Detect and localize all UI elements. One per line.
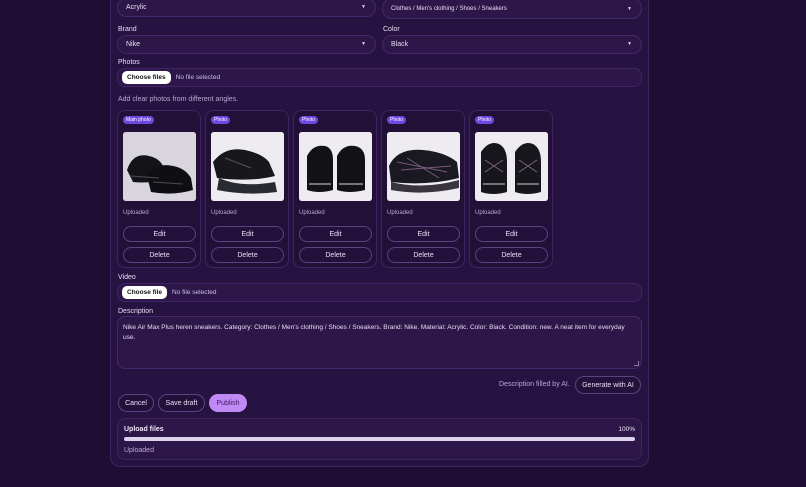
photo-card: Photo Uploaded Edit Delete	[205, 110, 289, 268]
photo-status: Uploaded	[475, 210, 501, 216]
video-file-status: No file selected	[172, 289, 217, 296]
edit-photo-button[interactable]: Edit	[475, 226, 548, 242]
photo-status: Uploaded	[387, 210, 413, 216]
photo-badge: Photo	[387, 116, 407, 124]
category-value: Clothes / Men's clothing / Shoes / Sneak…	[391, 5, 507, 12]
delete-photo-button[interactable]: Delete	[475, 247, 548, 263]
photo-status: Uploaded	[211, 210, 237, 216]
edit-photo-button[interactable]: Edit	[123, 226, 196, 242]
choose-files-button[interactable]: Choose files	[122, 71, 171, 84]
delete-photo-button[interactable]: Delete	[387, 247, 460, 263]
photos-file-status: No file selected	[175, 74, 221, 81]
resize-handle-icon[interactable]	[634, 361, 639, 366]
photo-card: Photo Uploaded Edit Delete	[293, 110, 377, 268]
chevron-down-icon: ▼	[361, 4, 366, 10]
photo-thumbnail[interactable]	[299, 132, 372, 201]
photo-thumbnail[interactable]	[123, 132, 196, 201]
chevron-down-icon: ▼	[627, 6, 632, 12]
photo-card: Photo Uploaded Edit Delete	[381, 110, 465, 268]
photo-badge: Photo	[299, 116, 319, 124]
material-select[interactable]: Acrylic ▼	[117, 0, 376, 17]
upload-title: Upload files	[124, 426, 164, 433]
delete-photo-button[interactable]: Delete	[211, 247, 284, 263]
description-textarea[interactable]: Nike Air Max Plus heren sneakers. Catego…	[117, 316, 642, 369]
photos-hint: Add clear photos from different angles.	[118, 96, 239, 103]
publish-button[interactable]: Publish	[209, 394, 247, 412]
video-file-input[interactable]: Choose file No file selected	[117, 283, 642, 302]
description-text: Nike Air Max Plus heren sneakers. Catego…	[123, 324, 625, 341]
brand-label: Brand	[118, 26, 137, 33]
upload-progress-track	[124, 437, 635, 441]
photos-file-input[interactable]: Choose files No file selected	[117, 68, 642, 87]
generate-with-ai-button[interactable]: Generate with AI	[575, 376, 641, 394]
photo-card: Main photo Uploaded Edit Delete	[117, 110, 201, 268]
choose-file-button[interactable]: Choose file	[122, 286, 168, 299]
photo-badge: Photo	[475, 116, 495, 124]
photo-card: Photo Uploaded Edit Delete	[469, 110, 553, 268]
edit-photo-button[interactable]: Edit	[299, 226, 372, 242]
color-value: Black	[391, 41, 409, 48]
photo-badge: Photo	[211, 116, 231, 124]
delete-photo-button[interactable]: Delete	[123, 247, 196, 263]
photo-status: Uploaded	[123, 210, 149, 216]
photo-thumbnail[interactable]	[387, 132, 460, 201]
photo-thumbnail[interactable]	[475, 132, 548, 201]
chevron-down-icon: ▼	[361, 41, 366, 47]
photo-status: Uploaded	[299, 210, 325, 216]
upload-percent: 100%	[618, 426, 635, 433]
chevron-down-icon: ▼	[627, 41, 632, 47]
edit-photo-button[interactable]: Edit	[387, 226, 460, 242]
brand-value: Nike	[126, 41, 141, 48]
photos-label: Photos	[118, 59, 140, 66]
photo-thumbnail[interactable]	[211, 132, 284, 201]
save-draft-button[interactable]: Save draft	[158, 394, 205, 412]
category-select[interactable]: Clothes / Men's clothing / Shoes / Sneak…	[382, 0, 642, 19]
brand-select[interactable]: Nike ▼	[117, 35, 376, 54]
color-label: Color	[383, 26, 400, 33]
description-label: Description	[118, 308, 154, 315]
ai-fill-note: Description filled by AI.	[499, 381, 570, 388]
main-photo-badge: Main photo	[123, 116, 154, 124]
edit-photo-button[interactable]: Edit	[211, 226, 284, 242]
color-select[interactable]: Black ▼	[382, 35, 642, 54]
upload-progress-fill	[124, 437, 635, 441]
video-label: Video	[118, 274, 136, 281]
upload-panel: Upload files 100% Uploaded	[117, 418, 642, 460]
upload-status: Uploaded	[124, 447, 154, 454]
delete-photo-button[interactable]: Delete	[299, 247, 372, 263]
material-value: Acrylic	[126, 4, 147, 11]
cancel-button[interactable]: Cancel	[118, 394, 154, 412]
